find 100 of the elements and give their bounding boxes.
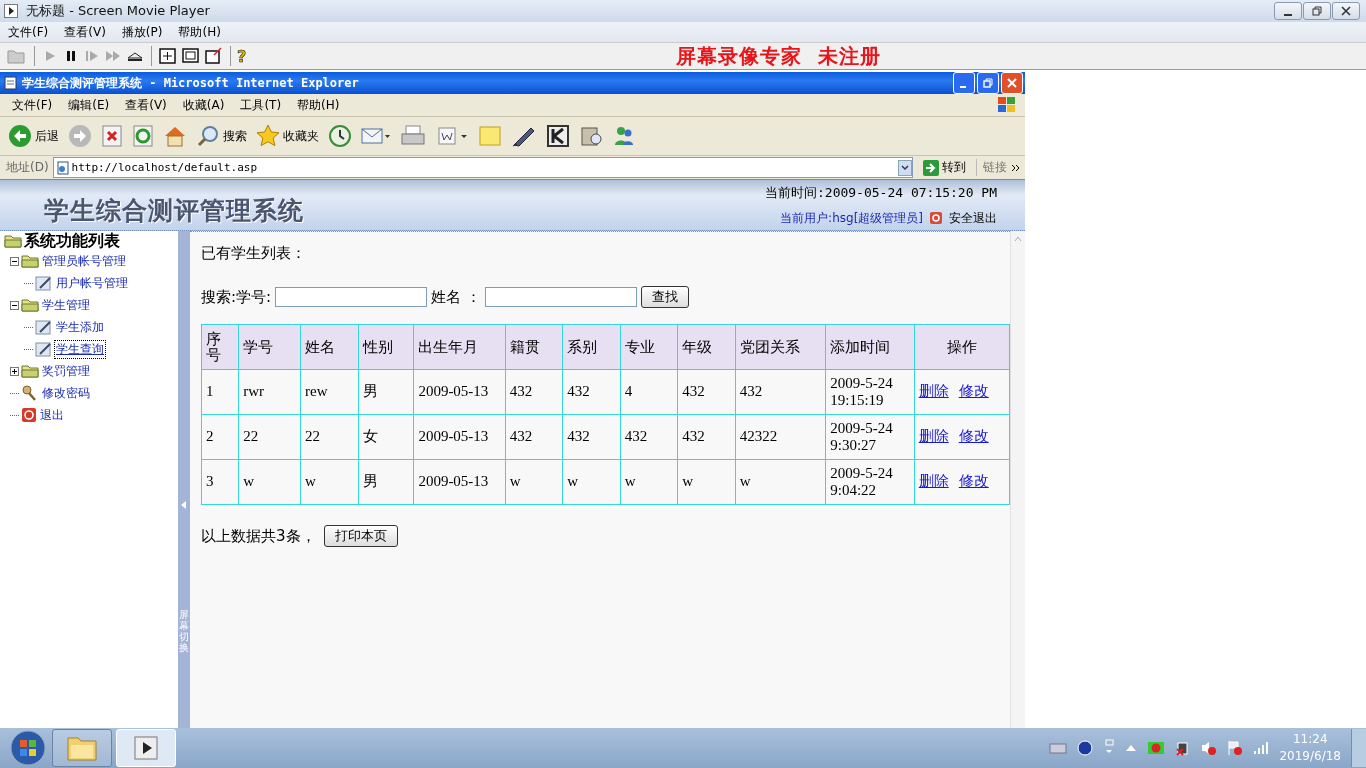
dropdown-icon[interactable] (898, 159, 912, 176)
window-title: 无标题 - Screen Movie Player (26, 2, 210, 20)
printer-icon[interactable] (400, 124, 426, 148)
pencil-page-icon (35, 341, 53, 357)
nav-item[interactable]: 奖罚管理 (41, 362, 91, 380)
student-id-field[interactable] (275, 287, 428, 307)
action-link[interactable]: 删除 (918, 383, 949, 400)
action-link[interactable]: 删除 (918, 473, 949, 490)
address-label: 地址(D) (6, 159, 49, 176)
pencil-page-icon (35, 275, 53, 291)
nav-item[interactable]: 修改密码 (41, 384, 91, 402)
start-button[interactable] (8, 728, 48, 768)
menu-item[interactable]: 文件(F) (0, 23, 57, 41)
collapse-icon[interactable] (10, 300, 19, 310)
close-icon (1341, 6, 1351, 16)
windows-logo-icon (997, 96, 1017, 114)
toolbar-button[interactable]: 搜索 (196, 124, 247, 148)
table-cell: w (238, 459, 301, 505)
table-cell: w (735, 459, 826, 505)
table-cell: 2009-5-24 19:15:19 (825, 369, 915, 415)
collapse-icon[interactable] (10, 256, 19, 266)
action-link[interactable]: 修改 (958, 473, 989, 490)
toolbox-icon[interactable] (579, 124, 603, 148)
table-cell: 432 (505, 414, 563, 460)
menu-item[interactable]: 查看(V) (56, 23, 114, 41)
action-link[interactable]: 修改 (958, 383, 989, 400)
star-icon[interactable] (256, 124, 280, 148)
home-icon[interactable] (163, 124, 187, 148)
document-icon (4, 76, 18, 90)
menu-item[interactable]: 播放(P) (113, 23, 171, 41)
speaker-muted-icon[interactable] (1201, 740, 1218, 756)
table-cell: 22 (300, 414, 359, 460)
page-icon (55, 160, 70, 175)
fit-screen-icon[interactable] (158, 46, 178, 66)
chevron-icon[interactable] (1011, 162, 1021, 173)
folder-icon (21, 254, 39, 268)
caret-up-icon[interactable] (1125, 743, 1138, 753)
folder-icon (4, 234, 22, 248)
column-header: 年级 (677, 324, 736, 370)
nav-item[interactable]: 学生添加 (55, 318, 105, 336)
nav-item[interactable]: 用户帐号管理 (55, 274, 129, 292)
table-cell: w (300, 459, 359, 505)
table-cell: 432 (562, 369, 621, 415)
menu-item[interactable]: 工具(T) (232, 96, 290, 114)
logout-link[interactable]: 安全退出 (949, 209, 997, 227)
links-button[interactable]: 链接 (976, 159, 1007, 176)
column-header: 籍贯 (505, 324, 563, 370)
toolbar-button[interactable]: 后退 (8, 124, 59, 148)
minimize-button[interactable] (1274, 2, 1302, 20)
menu-item[interactable]: 帮助(H) (289, 96, 348, 114)
minimize-icon (959, 85, 966, 88)
search-button[interactable]: 查找 (640, 286, 689, 308)
action-link[interactable]: 删除 (918, 428, 949, 445)
document-icon[interactable] (435, 124, 469, 148)
column-header: 出生年月 (413, 324, 506, 370)
people-icon[interactable] (612, 124, 636, 148)
resize-icon[interactable] (204, 46, 224, 66)
current-user: 当前用户:hsg[超级管理员] (780, 209, 923, 227)
nav-item[interactable]: 退出 (39, 406, 65, 424)
nav-item[interactable]: 学生查询 (55, 340, 105, 358)
history-icon[interactable] (328, 124, 352, 148)
column-header: 姓名 (300, 324, 359, 370)
k-box-icon[interactable] (546, 124, 570, 148)
address-field[interactable]: http://localhost/default.asp (52, 157, 913, 178)
close-button[interactable] (1332, 2, 1360, 20)
column-header: 学号 (238, 324, 301, 370)
toolbar-button[interactable]: 收藏夹 (256, 124, 319, 148)
print-button[interactable]: 打印本页 (323, 525, 398, 547)
column-header: 党团关系 (735, 324, 826, 370)
table-cell: 432 (505, 369, 563, 415)
nav-item[interactable]: 学生管理 (41, 296, 91, 314)
name-field[interactable] (484, 287, 637, 307)
go-button[interactable]: 转到 (917, 159, 972, 176)
table-cell: 4 (620, 369, 678, 415)
action-link[interactable]: 修改 (958, 428, 989, 445)
minimize-icon (1284, 13, 1292, 16)
menu-item[interactable]: 查看(V) (117, 96, 175, 114)
search-icon[interactable] (196, 124, 220, 148)
menu-item[interactable]: 收藏(A) (174, 96, 233, 114)
exit-icon (21, 407, 37, 423)
expand-icon[interactable] (10, 366, 19, 376)
scrollbar[interactable] (1010, 231, 1025, 728)
play-icon (132, 734, 160, 762)
search-label: 搜索:学号: (201, 287, 272, 307)
flag-icon[interactable] (1227, 740, 1244, 756)
signal-icon[interactable] (1253, 741, 1270, 755)
table-cell: 2009-05-13 (413, 414, 506, 460)
name-label: 姓名 ： (431, 287, 481, 307)
menu-item[interactable]: 编辑(E) (60, 96, 118, 114)
restore-button[interactable] (1303, 2, 1331, 20)
nav-item[interactable]: 管理员帐号管理 (41, 252, 127, 270)
table-cell: w (562, 459, 621, 505)
refresh-icon[interactable] (132, 125, 154, 147)
table-cell: 2009-05-13 (413, 459, 506, 505)
window-icon[interactable] (181, 46, 201, 66)
menu-item[interactable]: 帮助(H) (170, 23, 229, 41)
folder-icon (21, 298, 39, 312)
menu-item[interactable]: 文件(F) (4, 96, 61, 114)
stop-icon[interactable] (101, 125, 123, 147)
table-cell: w (677, 459, 736, 505)
